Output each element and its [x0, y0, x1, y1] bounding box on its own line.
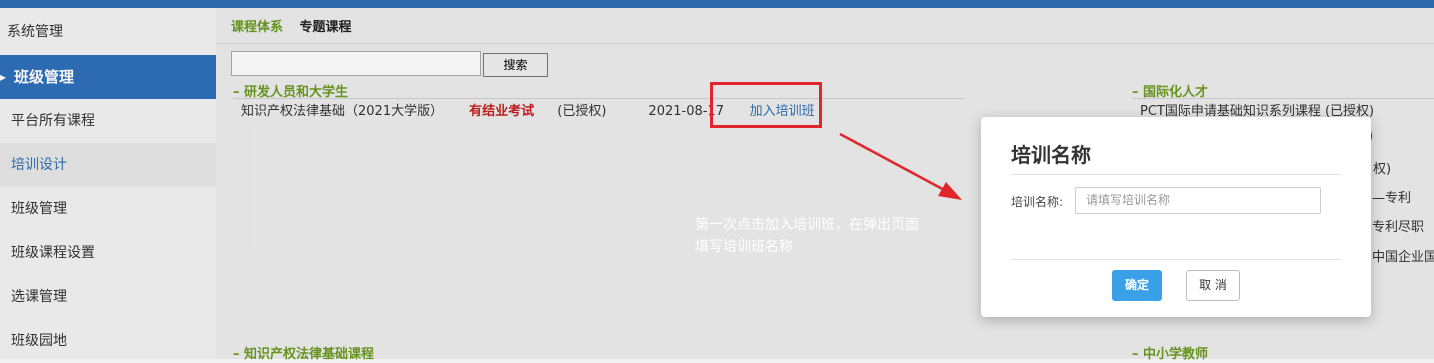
list-item[interactable]: 权) — [1373, 158, 1391, 177]
divider — [1011, 174, 1341, 175]
search-button[interactable]: 搜索 — [483, 53, 548, 77]
annotation-line: 第一次点击加入培训班，在弹出页面 — [695, 217, 919, 233]
sidebar-section-class-management[interactable]: ▸ 班级管理 — [0, 55, 216, 99]
section-prefix: – — [233, 347, 240, 362]
sidebar-item-label: 培训设计 — [11, 157, 67, 173]
top-bar — [0, 0, 1434, 8]
list-item[interactable]: 中国企业国 — [1372, 246, 1434, 265]
sidebar-item-course-selection[interactable]: 选课管理 — [0, 275, 216, 319]
section-title-teachers: – 中小学教师 — [1132, 343, 1208, 362]
sidebar-item-label: 班级课程设置 — [11, 245, 95, 261]
sidebar-item-training-design[interactable]: 培训设计 — [0, 143, 216, 187]
sidebar-item-label: 系统管理 — [7, 24, 63, 40]
sidebar-item-all-courses[interactable]: 平台所有课程 — [0, 99, 216, 143]
sidebar-section-label: 班级管理 — [14, 68, 75, 86]
section-label: 中小学教师 — [1143, 347, 1209, 362]
sidebar-item-class-course-settings[interactable]: 班级课程设置 — [0, 231, 216, 275]
dialog-title: 培训名称 — [1011, 143, 1091, 167]
divider — [1011, 259, 1341, 260]
sidebar: 系统管理 ▸ 班级管理 平台所有课程 培训设计 班级管理 班级课程设置 选课管理… — [0, 8, 216, 359]
sidebar-item-label: 班级园地 — [11, 333, 67, 349]
divider — [216, 43, 1434, 44]
sidebar-item-class-garden[interactable]: 班级园地 — [0, 319, 216, 363]
divider — [1132, 98, 1434, 99]
exam-badge: 有结业考试 — [469, 104, 535, 119]
section-prefix: – — [1132, 347, 1139, 362]
annotation-text: 第一次点击加入培训班，在弹出页面 填写培训班名称 — [695, 214, 965, 258]
training-name-input[interactable]: 请填写培训名称 — [1075, 187, 1321, 214]
list-item[interactable]: 专利尽职 — [1372, 216, 1424, 235]
training-name-label: 培训名称: — [1011, 195, 1064, 209]
list-item[interactable]: —专利 — [1372, 187, 1411, 206]
auth-status: (已授权) — [557, 104, 607, 119]
cancel-button[interactable]: 取 消 — [1186, 270, 1240, 301]
tab-course-system[interactable]: 课程体系 — [231, 20, 283, 35]
tab-special-courses[interactable]: 专题课程 — [300, 20, 352, 35]
divider — [233, 98, 965, 99]
sidebar-item-system-management[interactable]: 系统管理 — [0, 10, 216, 54]
annotation-highlight-box — [710, 82, 822, 128]
search-input[interactable] — [231, 51, 481, 76]
caret-icon: ▸ — [0, 70, 7, 84]
annotation-line: 填写培训班名称 — [695, 239, 793, 255]
tab-bar: 课程体系 专题课程 — [231, 16, 352, 35]
sidebar-item-label: 班级管理 — [11, 201, 67, 217]
section-label: 知识产权法律基础课程 — [244, 347, 375, 362]
course-name[interactable]: 知识产权法律基础（2021大学版） — [241, 100, 465, 119]
sidebar-item-label: 平台所有课程 — [11, 113, 95, 129]
training-name-dialog: 培训名称 培训名称: 请填写培训名称 确定 取 消 — [981, 117, 1371, 317]
confirm-button[interactable]: 确定 — [1112, 270, 1162, 301]
sidebar-item-label: 选课管理 — [11, 289, 67, 305]
sidebar-item-class-management[interactable]: 班级管理 — [0, 187, 216, 231]
section-title-ip-law: – 知识产权法律基础课程 — [233, 343, 374, 362]
